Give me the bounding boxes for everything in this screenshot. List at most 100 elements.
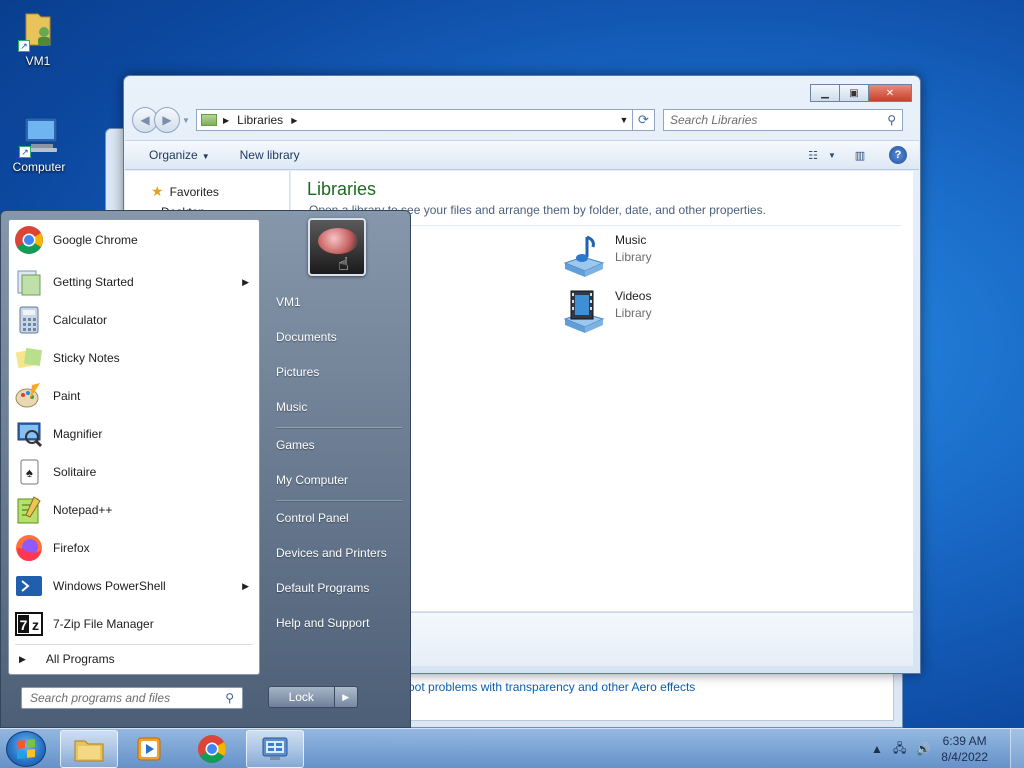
view-options-icon: ☷ xyxy=(808,149,818,162)
search-libraries-input[interactable]: Search Libraries ⚲ xyxy=(663,109,903,131)
window-controls: ▁ ▣ ✕ xyxy=(810,84,912,102)
chevron-down-icon: ▼ xyxy=(182,115,190,125)
desktop-icon-computer[interactable]: ↗ Computer xyxy=(4,114,74,174)
change-view-button[interactable]: ☷ ▼ xyxy=(808,148,836,162)
organize-button[interactable]: Organize ▼ xyxy=(149,148,210,162)
breadcrumb-arrow-icon[interactable]: ▶ xyxy=(223,116,229,125)
program-label: Sticky Notes xyxy=(53,351,120,365)
program-label: Calculator xyxy=(53,313,108,327)
program-label: Google Chrome xyxy=(53,233,138,247)
clock[interactable]: 6:39 AM 8/4/2022 xyxy=(941,733,988,765)
seven-zip-icon: 7z xyxy=(13,608,45,640)
windows-logo-icon xyxy=(17,739,35,759)
recent-pages-dropdown[interactable]: ▼ xyxy=(182,116,192,125)
breadcrumb-arrow-icon[interactable]: ▶ xyxy=(291,116,297,125)
organize-label: Organize xyxy=(149,148,198,162)
aero-troubleshoot-link[interactable]: oot problems with transparency and other… xyxy=(408,680,695,694)
program-notepad-plus-plus[interactable]: Notepad++ xyxy=(9,492,259,528)
start-item-devices-and-printers[interactable]: Devices and Printers xyxy=(276,540,406,566)
new-library-button[interactable]: New library xyxy=(240,148,300,162)
address-dropdown-icon[interactable]: ▼ xyxy=(616,115,632,125)
shutdown-options-button[interactable]: ▶ xyxy=(333,687,357,707)
close-button[interactable]: ✕ xyxy=(868,84,912,102)
taskbar-control-panel[interactable] xyxy=(246,730,304,768)
taskbar-windows-explorer[interactable] xyxy=(60,730,118,768)
start-search-input[interactable]: Search programs and files ⚲ xyxy=(21,687,243,709)
chrome-icon xyxy=(198,735,226,763)
taskbar-google-chrome[interactable] xyxy=(183,730,241,768)
videos-library-item[interactable]: Videos Library xyxy=(561,289,652,335)
show-hidden-icons-icon[interactable]: ▲ xyxy=(871,742,883,756)
notepad-plus-plus-icon xyxy=(13,494,45,526)
divider xyxy=(276,427,402,429)
search-icon[interactable]: ⚲ xyxy=(887,113,896,127)
start-menu: Google Chrome Getting Started ▶ Calculat… xyxy=(0,210,411,728)
program-firefox[interactable]: Firefox xyxy=(9,530,259,566)
program-label: 7-Zip File Manager xyxy=(53,617,154,631)
search-icon[interactable]: ⚲ xyxy=(225,691,234,705)
music-library-item[interactable]: Music Library xyxy=(561,233,652,279)
program-google-chrome[interactable]: Google Chrome xyxy=(9,222,259,258)
start-item-documents[interactable]: Documents xyxy=(276,324,406,350)
getting-started-icon xyxy=(13,266,45,298)
taskbar: ▲ 🖧 🔊 6:39 AM 8/4/2022 xyxy=(0,728,1024,768)
all-programs-button[interactable]: ▶ All Programs xyxy=(19,652,115,666)
start-item-help-and-support[interactable]: Help and Support xyxy=(276,610,406,636)
hand-cursor-icon: ☝ xyxy=(338,254,349,274)
page-title: Libraries xyxy=(307,179,377,199)
back-arrow-icon: ◀ xyxy=(140,113,150,127)
program-7zip-file-manager[interactable]: 7z 7-Zip File Manager xyxy=(9,606,259,642)
program-windows-powershell[interactable]: Windows PowerShell ▶ xyxy=(9,568,259,604)
videos-library-icon xyxy=(561,289,607,335)
start-item-music[interactable]: Music xyxy=(276,394,406,420)
library-name: Videos xyxy=(615,289,652,303)
library-type: Library xyxy=(615,306,652,320)
program-solitaire[interactable]: ♠ Solitaire xyxy=(9,454,259,490)
minimize-button[interactable]: ▁ xyxy=(810,84,840,102)
program-label: Getting Started xyxy=(53,275,134,289)
start-item-vm1[interactable]: VM1 xyxy=(276,289,406,315)
start-item-my-computer[interactable]: My Computer xyxy=(276,467,406,493)
program-getting-started[interactable]: Getting Started ▶ xyxy=(9,264,259,300)
maximize-button[interactable]: ▣ xyxy=(839,84,869,102)
favorites-item[interactable]: ★ Favorites xyxy=(151,183,219,200)
search-placeholder: Search Libraries xyxy=(670,113,758,127)
program-label: Paint xyxy=(53,389,81,403)
user-picture-disc xyxy=(318,228,358,254)
divider xyxy=(276,500,402,502)
network-icon[interactable]: 🖧 xyxy=(893,739,906,760)
forward-button[interactable]: ▶ xyxy=(154,107,180,133)
start-item-pictures[interactable]: Pictures xyxy=(276,359,406,385)
help-icon[interactable]: ? xyxy=(889,146,907,164)
program-magnifier[interactable]: Magnifier xyxy=(9,416,259,452)
refresh-button[interactable]: ⟳ xyxy=(633,109,655,131)
program-paint[interactable]: Paint xyxy=(9,378,259,414)
user-picture[interactable]: ☝ xyxy=(308,218,366,276)
submenu-arrow-icon: ▶ xyxy=(242,580,249,591)
program-calculator[interactable]: Calculator xyxy=(9,302,259,338)
divider xyxy=(15,644,253,645)
desktop-icon-vm1[interactable]: ↗ VM1 xyxy=(3,8,73,68)
program-label: Windows PowerShell xyxy=(53,579,166,593)
svg-text:7: 7 xyxy=(20,617,28,633)
program-sticky-notes[interactable]: Sticky Notes xyxy=(9,340,259,376)
start-item-default-programs[interactable]: Default Programs xyxy=(276,575,406,601)
windows-explorer-icon xyxy=(74,740,104,762)
address-bar[interactable]: ▶ Libraries ▶ ▼ xyxy=(196,109,633,131)
media-player-icon xyxy=(137,737,161,761)
breadcrumb-libraries[interactable]: Libraries xyxy=(237,113,283,127)
volume-icon[interactable]: 🔊 xyxy=(916,742,931,756)
start-button[interactable] xyxy=(6,731,46,767)
start-item-control-panel[interactable]: Control Panel xyxy=(276,505,406,531)
program-label: Magnifier xyxy=(53,427,103,441)
preview-pane-button[interactable]: ▥ xyxy=(851,148,869,162)
forward-arrow-icon: ▶ xyxy=(162,113,172,127)
star-icon: ★ xyxy=(151,183,164,199)
clock-date: 8/4/2022 xyxy=(941,750,988,764)
paint-icon xyxy=(13,380,45,412)
lock-button[interactable]: Lock xyxy=(269,687,334,707)
show-desktop-button[interactable] xyxy=(1010,729,1024,768)
start-item-games[interactable]: Games xyxy=(276,432,406,458)
program-label: Solitaire xyxy=(53,465,97,479)
taskbar-media-player[interactable] xyxy=(120,730,178,768)
